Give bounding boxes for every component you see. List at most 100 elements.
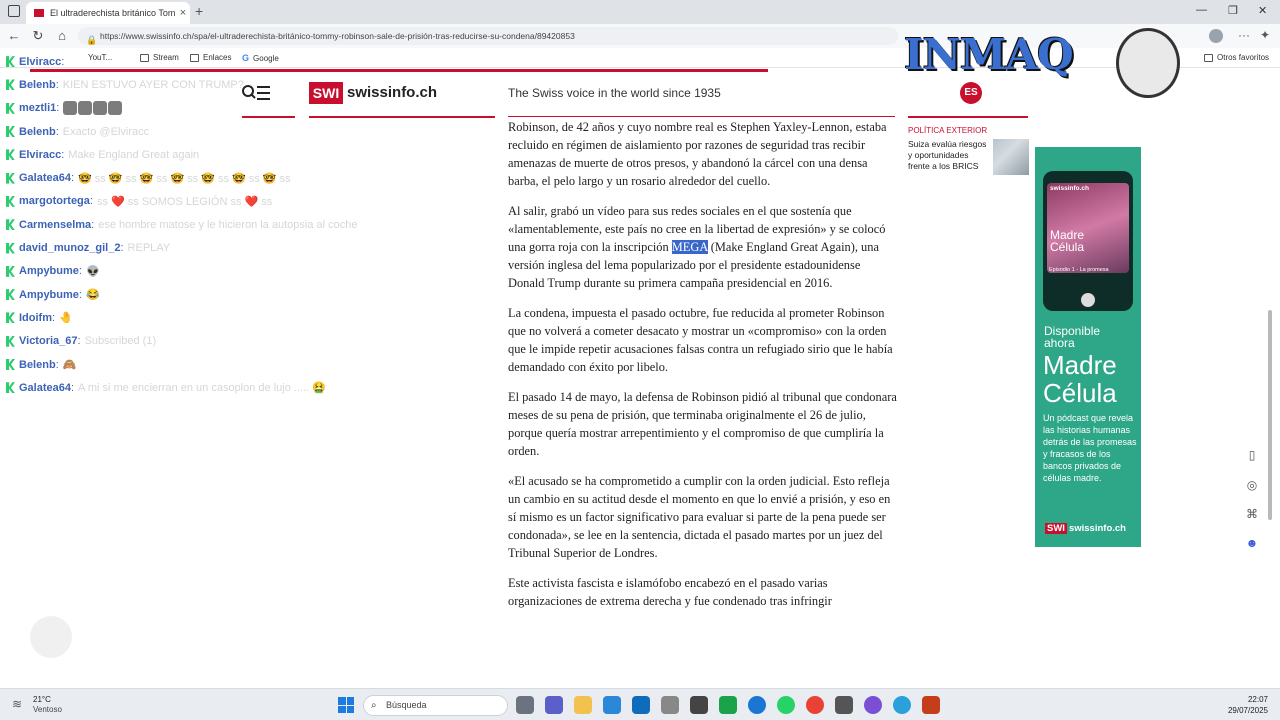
chat-emote-icon (108, 101, 123, 116)
chat-message: meztli1: (6, 97, 426, 120)
chat-text: Make England Great again (68, 148, 200, 161)
podcast-ad[interactable]: swissinfo.ch Madre Célula Episodio 1 - L… (1035, 147, 1141, 547)
highlighted-text[interactable]: MEGA (671, 240, 708, 254)
page-scrollbar[interactable] (1268, 310, 1272, 520)
chat-text: Subscribed (1) (84, 335, 157, 348)
chat-username[interactable]: Belenb (19, 126, 56, 138)
app-icon[interactable] (661, 696, 679, 714)
chat-separator: : (78, 265, 82, 278)
file-explorer-icon[interactable] (574, 696, 592, 714)
app-icon[interactable] (864, 696, 882, 714)
chat-username[interactable]: Ampybume (19, 289, 79, 301)
stream-chat: Elviracc: Belenb: KIEN ESTUVO AYER CON TRU… (6, 50, 426, 399)
store-icon[interactable] (603, 696, 621, 714)
chat-text: A mi si me encierran en un casoplon de l… (78, 382, 326, 395)
chat-message: Carmenselma: ese hombre matose y le hicie… (6, 213, 426, 236)
kick-badge-icon (6, 126, 15, 138)
ad-brand-box: SWI (1045, 523, 1067, 534)
chrome-icon[interactable] (806, 696, 824, 714)
kick-badge-icon (6, 335, 15, 347)
chat-message: Galatea64: A mi si me encierran en un cas… (6, 376, 426, 399)
powerpoint-icon[interactable] (922, 696, 940, 714)
teams-icon[interactable] (545, 696, 563, 714)
app-icon[interactable] (690, 696, 708, 714)
other-favorites[interactable]: Otros favoritos (1204, 53, 1269, 62)
screen: El ultraderechista británico Tommy × + —… (0, 0, 1280, 720)
task-view-icon[interactable] (516, 696, 534, 714)
close-window-button[interactable]: ✕ (1258, 4, 1267, 17)
tab-active[interactable]: El ultraderechista británico Tommy × (26, 2, 190, 24)
back-icon[interactable]: ← (6, 29, 22, 43)
reload-icon[interactable]: ↻ (30, 29, 46, 43)
kick-badge-icon (6, 265, 15, 277)
clock-time[interactable]: 22:07 (1228, 695, 1268, 704)
edge-icon[interactable] (748, 696, 766, 714)
home-icon[interactable]: ⌂ (54, 29, 70, 43)
chat-text: REPLAY (127, 242, 171, 255)
chat-username[interactable]: Elviracc (19, 56, 61, 68)
chat-message: Elviracc: (6, 50, 426, 73)
kick-badge-icon (6, 79, 15, 91)
chat-username[interactable]: david_munoz_gil_2 (19, 242, 120, 254)
telegram-icon[interactable] (893, 696, 911, 714)
sidebar-divider (908, 116, 1028, 118)
chat-username[interactable]: Elviracc (19, 149, 61, 161)
wind-icon[interactable]: ≋ (12, 697, 22, 711)
tab-close-icon[interactable]: × (176, 7, 190, 19)
url-input[interactable]: 🔒 https://www.swissinfo.ch/spa/el-ultrad… (78, 27, 898, 45)
chat-username[interactable]: Belenb (19, 359, 56, 371)
kick-badge-icon (6, 312, 15, 324)
outlook-icon[interactable] (632, 696, 650, 714)
chat-username[interactable]: Carmenselma (19, 219, 91, 231)
phone-episode: Episodio 1 - La promesa (1049, 267, 1109, 273)
play-icon (1081, 293, 1095, 307)
weather-condition[interactable]: Ventoso (33, 705, 62, 714)
start-button[interactable] (338, 697, 354, 713)
chat-username[interactable]: Victoria_67 (19, 335, 78, 347)
ad-description: Un pódcast que revela las historias huma… (1043, 413, 1137, 483)
chat-text: ese hombre matose y le hicieron la autop… (98, 218, 358, 231)
sidebar-category[interactable]: POLÍTICA EXTERIOR (908, 126, 987, 135)
chat-separator: : (55, 358, 59, 371)
copilot-icon[interactable]: ✦ (1260, 28, 1270, 42)
folder-icon (1204, 53, 1213, 62)
language-button[interactable]: ES (960, 82, 982, 104)
new-tab-button[interactable]: + (195, 3, 203, 19)
minimize-button[interactable]: — (1196, 4, 1207, 16)
chat-text: 🤓 ss 🤓 ss 🤓 ss 🤓 ss 🤓 ss 🤓 ss 🤓 ss (78, 172, 291, 185)
site-tagline: The Swiss voice in the world since 1935 (508, 86, 721, 100)
chat-username[interactable]: Belenb (19, 79, 56, 91)
kick-badge-icon (6, 102, 15, 114)
maximize-button[interactable]: ❐ (1228, 4, 1238, 17)
discover-icon[interactable]: ◎ (1244, 478, 1260, 492)
reading-icon[interactable]: ▯ (1244, 448, 1260, 462)
taskbar-search[interactable]: ⌕ Búsqueda (363, 695, 508, 716)
article-paragraph: La condena, impuesta el pasado octubre, … (508, 306, 893, 374)
app-icon[interactable] (835, 696, 853, 714)
tab-bar: El ultraderechista británico Tommy × + —… (0, 0, 1280, 24)
article-paragraph: «El acusado se ha comprometido a cumplir… (508, 474, 891, 560)
chat-username[interactable]: Ampybume (19, 265, 79, 277)
floating-button[interactable] (30, 616, 72, 658)
more-menu-icon[interactable]: ··· (1238, 28, 1250, 42)
chat-separator: : (78, 288, 82, 301)
chat-username[interactable]: Galatea64 (19, 382, 71, 394)
chat-username[interactable]: Idoifm (19, 312, 52, 324)
app-icon[interactable] (719, 696, 737, 714)
chat-message: david_munoz_gil_2: REPLAY (6, 236, 426, 259)
profile-avatar[interactable] (1209, 29, 1223, 43)
chat-text: KIEN ESTUVO AYER CON TRUMP? (62, 78, 244, 91)
clock-date[interactable]: 29/07/2025 (1218, 706, 1268, 715)
chat-message: Belenb: 🙈 (6, 353, 426, 376)
tools-icon[interactable]: ⌘ (1244, 507, 1260, 521)
sidebar-headline[interactable]: Suiza evalúa riesgos y oportunidades fre… (908, 139, 990, 172)
assistant-icon[interactable]: ☻ (1244, 536, 1260, 550)
sidebar-thumbnail[interactable] (993, 139, 1029, 175)
window-icon[interactable] (8, 5, 20, 17)
weather-temp[interactable]: 21°C (33, 695, 51, 704)
chat-username[interactable]: margotortega (19, 195, 90, 207)
ad-brand-text: swissinfo.ch (1068, 523, 1126, 534)
whatsapp-icon[interactable] (777, 696, 795, 714)
chat-username[interactable]: Galatea64 (19, 172, 71, 184)
chat-username[interactable]: meztli1 (19, 102, 56, 114)
